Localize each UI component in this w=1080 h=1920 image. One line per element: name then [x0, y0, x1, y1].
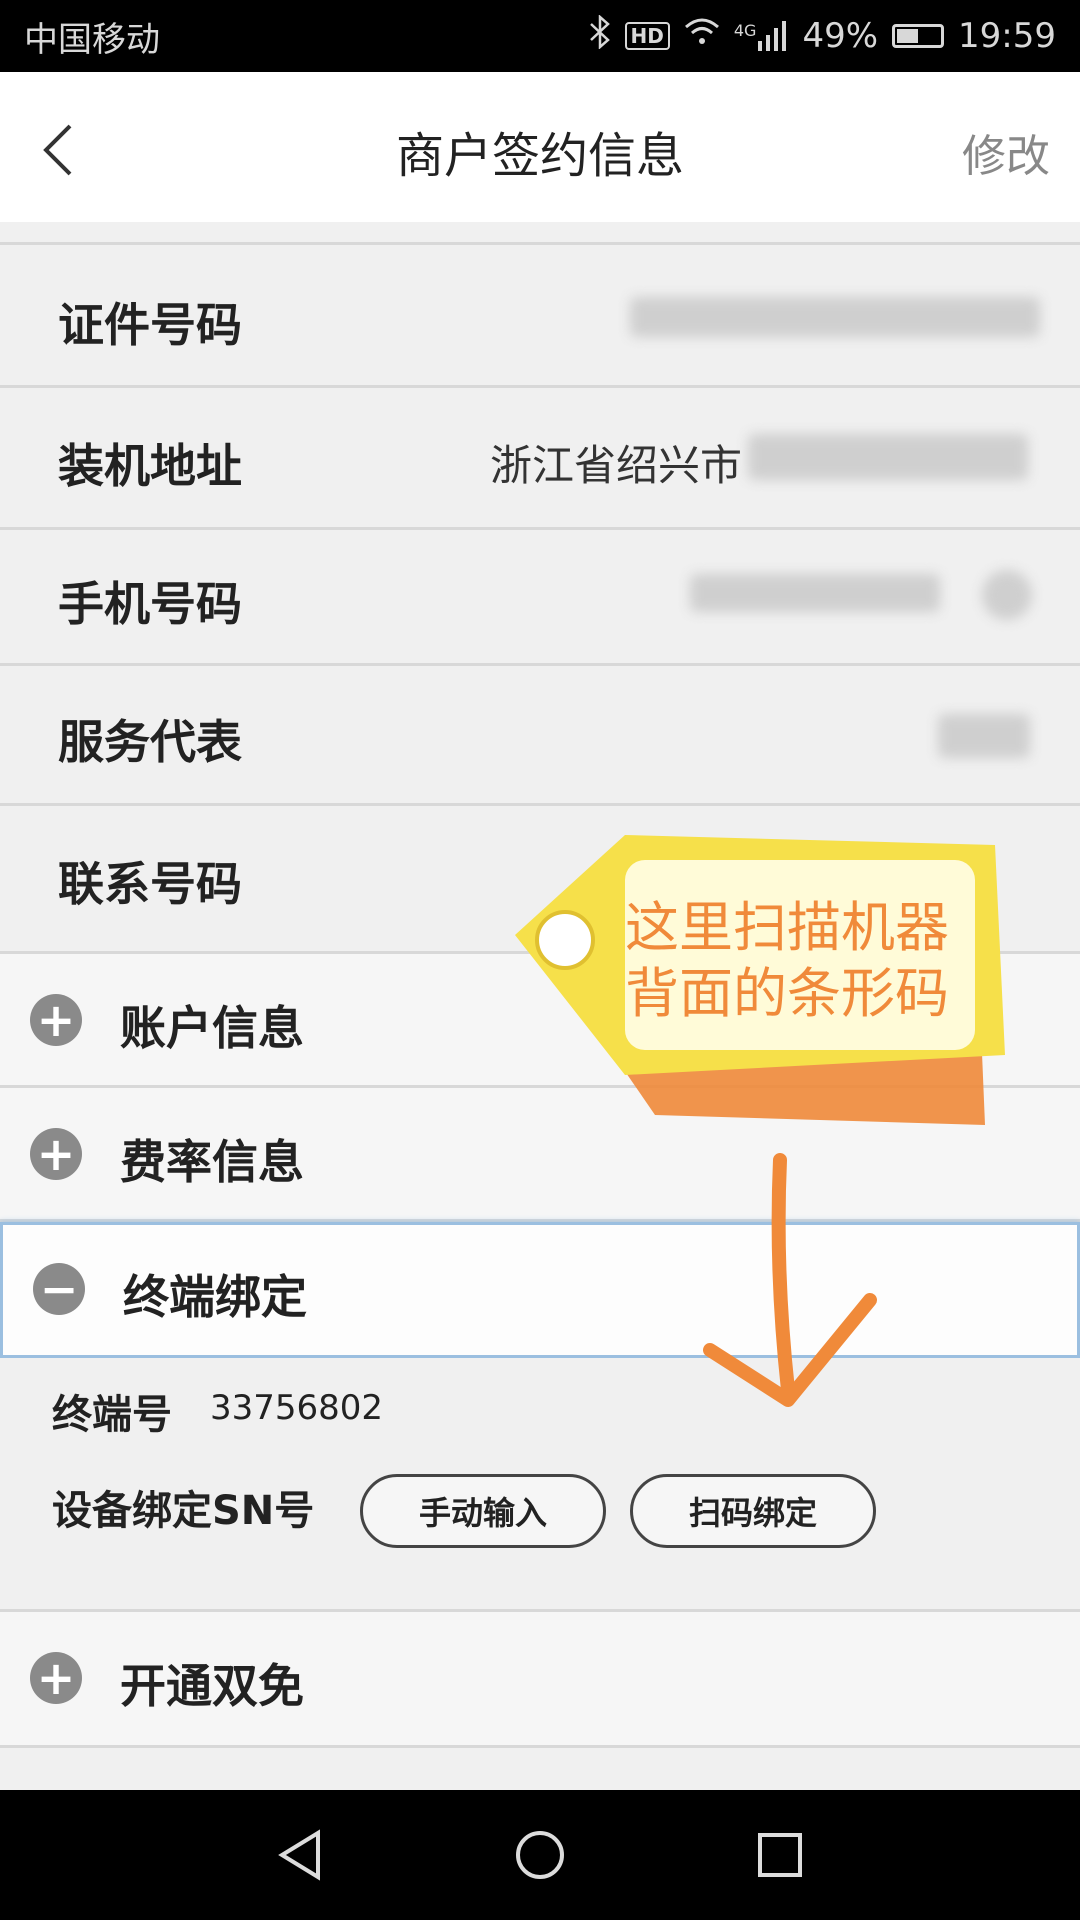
section-terminal-binding[interactable]: − 终端绑定 [0, 1222, 1080, 1358]
redacted-value [938, 714, 1030, 758]
annotation-text: 这里扫描机器 背面的条形码 [625, 895, 985, 1027]
field-label: 服务代表 [58, 715, 242, 769]
battery-fill [897, 29, 918, 43]
down-arrow-icon [703, 1153, 877, 1407]
network-type: 4G [733, 21, 757, 40]
field-row-id-number: 证件号码 [0, 242, 1080, 388]
plus-circle-icon: + [30, 1128, 82, 1180]
carrier-name: 中国移动 [24, 19, 160, 60]
field-label: 联系号码 [58, 857, 242, 911]
terminal-binding-panel: 终端号 33756802 设备绑定SN号 手动输入 扫码绑定 [0, 1358, 1080, 1612]
scan-bind-button[interactable]: 扫码绑定 [630, 1474, 876, 1548]
wifi-icon [684, 16, 720, 56]
sn-label: 设备绑定SN号 [52, 1488, 315, 1534]
annotation-line-2: 背面的条形码 [625, 962, 949, 1025]
redacted-value [690, 574, 940, 612]
recents-square-icon[interactable] [750, 1825, 810, 1885]
battery-icon [892, 24, 945, 48]
page-title: 商户签约信息 [395, 128, 684, 184]
bluetooth-icon [589, 13, 611, 58]
field-label: 装机地址 [58, 439, 242, 493]
field-row-mobile: 手机号码 [0, 530, 1080, 666]
section-label: 费率信息 [120, 1135, 304, 1189]
field-label: 证件号码 [58, 298, 242, 352]
hd-icon: HD [624, 22, 670, 50]
annotation-line-1: 这里扫描机器 [625, 896, 949, 959]
status-bar: 中国移动 HD 4G 49% 19:59 [0, 0, 1080, 72]
system-nav-bar [0, 1790, 1080, 1920]
field-label: 手机号码 [58, 577, 242, 631]
field-row-service-rep: 服务代表 [0, 666, 1080, 806]
field-row-install-address: 装机地址 浙江省绍兴市 [0, 388, 1080, 530]
plus-circle-icon: + [30, 994, 82, 1046]
clock: 19:59 [958, 16, 1056, 56]
edit-button[interactable]: 修改 [962, 120, 1050, 184]
redacted-value [630, 297, 1040, 337]
minus-circle-icon: − [33, 1263, 85, 1315]
manual-input-button[interactable]: 手动输入 [360, 1474, 606, 1548]
field-value: 浙江省绍兴市 [489, 441, 742, 490]
section-label: 终端绑定 [123, 1270, 307, 1324]
plus-circle-icon: + [30, 1652, 82, 1704]
nav-bar: 商户签约信息 修改 [0, 72, 1080, 222]
back-triangle-icon[interactable] [270, 1825, 330, 1885]
annotation-tag: 这里扫描机器 背面的条形码 [505, 815, 1025, 1145]
section-dual-free[interactable]: + 开通双免 [0, 1612, 1080, 1748]
redacted-value [982, 570, 1032, 620]
section-label: 账户信息 [120, 1001, 304, 1055]
terminal-number-label: 终端号 [52, 1392, 172, 1438]
terminal-number-value: 33756802 [210, 1388, 384, 1428]
status-icons: HD 4G 49% 19:59 [589, 13, 1056, 58]
section-label: 开通双免 [120, 1659, 304, 1713]
home-circle-icon[interactable] [510, 1825, 570, 1885]
signal-icon: 4G [734, 21, 789, 51]
battery-percent: 49% [802, 16, 879, 56]
redacted-value [748, 434, 1028, 480]
